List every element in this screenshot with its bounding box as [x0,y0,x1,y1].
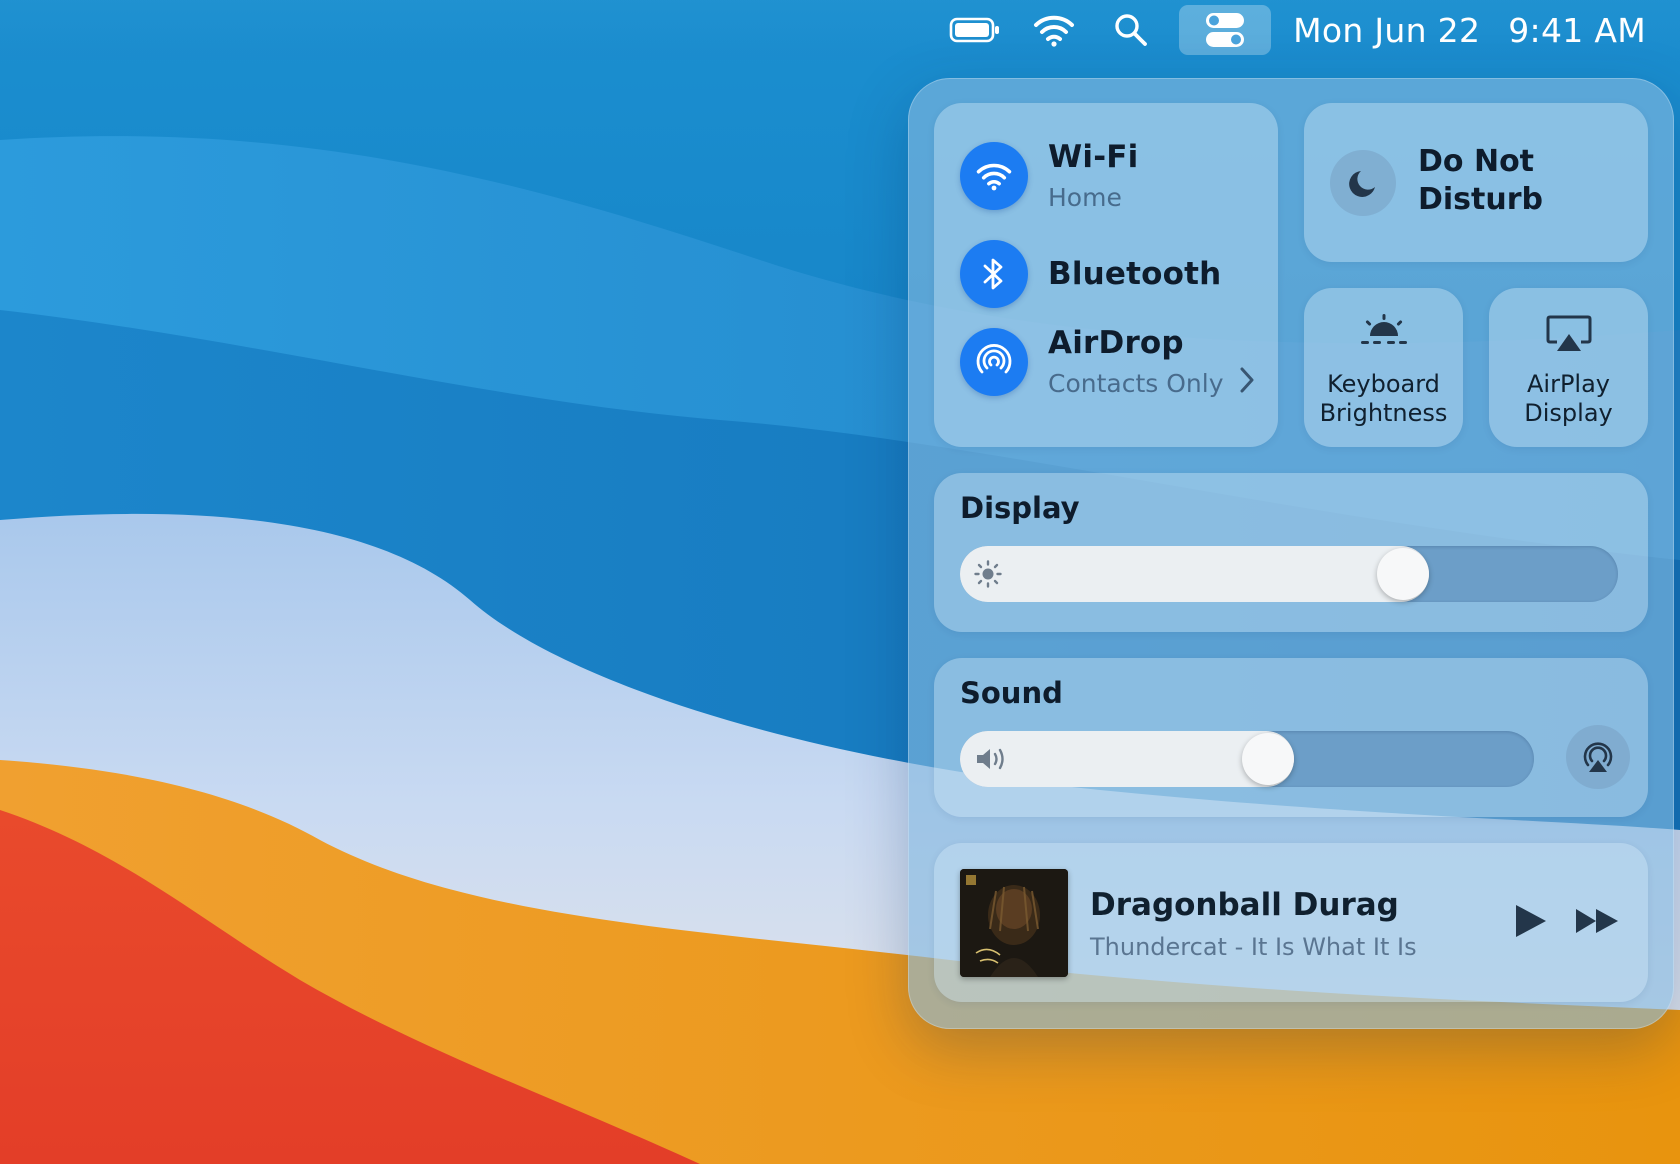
menubar-time[interactable]: 9:41 AM [1508,11,1646,50]
track-title: Dragonball Durag [1090,887,1399,923]
network-tile: Wi-Fi Home Bluetooth AirDrop Contacts On… [934,103,1278,447]
wifi-toggle[interactable] [960,141,1028,210]
keyboard-brightness-icon [1360,314,1407,344]
wifi-network-name: Home [1048,183,1122,212]
display-slider-knob[interactable] [1377,548,1430,600]
menu-bar: Mon Jun 22 9:41 AM [0,0,1680,60]
now-playing-tile: Dragonball Durag Thundercat - It Is What… [934,843,1648,1002]
sun-icon [974,560,1002,588]
airplay-display-line1: AirPlay [1526,370,1610,398]
airplay-display-label: AirPlay Display [1489,370,1648,428]
sound-tile: Sound [934,658,1648,817]
airdrop-row[interactable]: AirDrop Contacts Only [960,325,1224,398]
airplay-display-line2: Display [1524,399,1613,427]
airdrop-mode: Contacts Only [1048,369,1224,398]
play-icon[interactable] [1512,903,1548,943]
wifi-label: Wi-Fi [1048,139,1139,175]
bluetooth-toggle[interactable] [960,240,1028,308]
moon-icon [1349,171,1375,197]
wifi-icon [976,163,1012,190]
album-art[interactable] [960,869,1068,977]
dnd-toggle[interactable] [1330,150,1396,216]
fast-forward-icon[interactable] [1574,906,1620,940]
control-center-icon[interactable] [1179,5,1272,55]
wifi-icon[interactable] [1029,5,1079,55]
search-icon[interactable] [1109,5,1153,55]
menubar-date[interactable]: Mon Jun 22 [1293,11,1480,50]
battery-icon[interactable] [945,5,1005,55]
bluetooth-icon [983,258,1003,290]
dnd-label-line1: Do Not [1418,144,1535,179]
chevron-right-icon[interactable] [1238,365,1256,399]
wifi-row[interactable]: Wi-Fi Home [960,139,1139,212]
do-not-disturb-tile[interactable]: Do Not Disturb [1304,103,1648,262]
display-brightness-fill [960,546,1430,602]
airplay-audio-button[interactable] [1566,725,1630,789]
dnd-label-line2: Disturb [1418,182,1544,217]
keyboard-brightness-label: Keyboard Brightness [1304,370,1463,428]
keyboard-brightness-line2: Brightness [1319,399,1448,427]
volume-slider[interactable] [960,731,1534,787]
sound-title: Sound [960,676,1063,710]
control-center-panel: Wi-Fi Home Bluetooth AirDrop Contacts On… [908,78,1674,1029]
display-tile: Display [934,473,1648,632]
airplay-display-icon [1546,315,1591,351]
keyboard-brightness-tile[interactable]: Keyboard Brightness [1304,288,1463,447]
bluetooth-row[interactable]: Bluetooth [960,240,1221,308]
airplay-audio-icon [1583,742,1613,772]
bluetooth-label: Bluetooth [1048,256,1222,292]
airplay-display-tile[interactable]: AirPlay Display [1489,288,1648,447]
keyboard-brightness-line1: Keyboard [1327,370,1440,398]
airdrop-toggle[interactable] [960,327,1028,396]
track-artist-album: Thundercat - It Is What It Is [1090,933,1417,961]
dnd-label: Do Not Disturb [1418,143,1543,219]
airdrop-icon [976,343,1012,373]
airdrop-label: AirDrop [1048,325,1184,361]
speaker-icon [977,748,1004,770]
display-brightness-slider[interactable] [960,546,1618,602]
display-title: Display [960,491,1080,525]
volume-slider-knob[interactable] [1241,733,1294,785]
